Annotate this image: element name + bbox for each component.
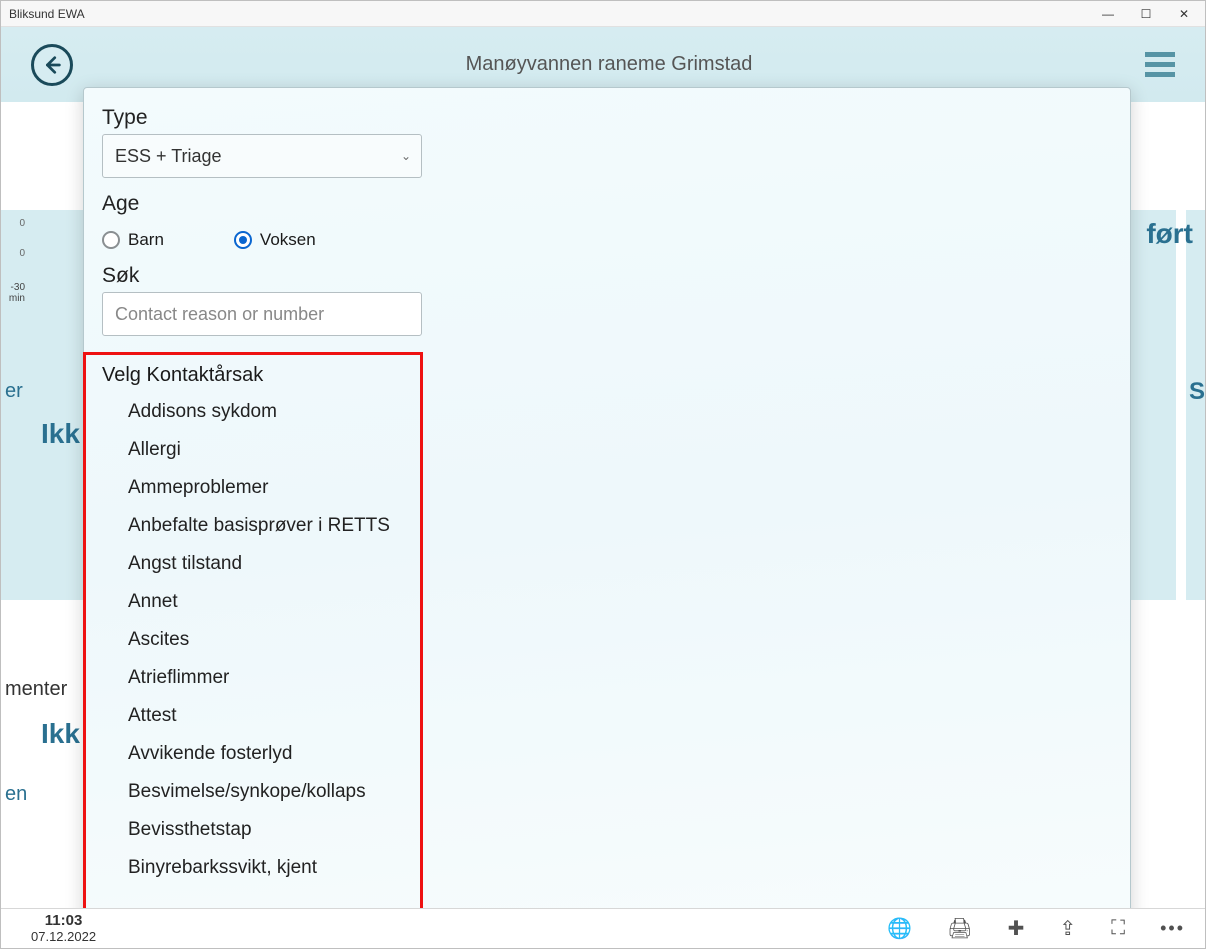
- type-dropdown[interactable]: ESS + Triage ⌄: [102, 134, 422, 178]
- list-item[interactable]: Besvimelse/synkope/kollaps: [102, 773, 1112, 811]
- close-button[interactable]: ✕: [1177, 7, 1191, 21]
- contact-reason-header: Velg Kontaktårsak: [102, 364, 1112, 387]
- list-item[interactable]: Ascites: [102, 621, 1112, 659]
- minimize-button[interactable]: —: [1101, 7, 1115, 21]
- type-dropdown-value: ESS + Triage: [115, 146, 222, 167]
- globe-icon[interactable]: 🌐: [887, 916, 912, 941]
- list-item[interactable]: Allergi: [102, 431, 1112, 469]
- list-item[interactable]: Atrieflimmer: [102, 659, 1112, 697]
- list-item[interactable]: Avvikende fosterlyd: [102, 735, 1112, 773]
- age-radio-group: Barn Voksen: [102, 230, 1112, 250]
- age-option-adult[interactable]: Voksen: [234, 230, 316, 250]
- app-window: Bliksund EWA — ☐ ✕ Manøyvannen raneme Gr…: [0, 0, 1206, 949]
- status-datetime: 11:03 07.12.2022: [31, 913, 96, 944]
- more-icon[interactable]: •••: [1160, 918, 1185, 939]
- window-controls: — ☐ ✕: [1101, 7, 1197, 21]
- bg-text: S: [1189, 378, 1205, 406]
- list-item[interactable]: Attest: [102, 697, 1112, 735]
- modal-scrollbar[interactable]: ▾: [1120, 88, 1130, 936]
- chevron-down-icon: ⌄: [401, 149, 411, 163]
- list-item[interactable]: Binyrebarkssvikt, kjent: [102, 849, 1112, 887]
- maximize-button[interactable]: ☐: [1139, 7, 1153, 21]
- status-bar: 11:03 07.12.2022 🌐 🖨 ✚ ⇪ ⛶ •••: [1, 908, 1205, 948]
- radio-selected-icon: [234, 231, 252, 249]
- search-label: Søk: [102, 264, 1112, 288]
- list-item[interactable]: Addisons sykdom: [102, 393, 1112, 431]
- upload-icon[interactable]: ⇪: [1059, 916, 1076, 941]
- bg-text: er: [5, 380, 23, 403]
- age-option-adult-label: Voksen: [260, 230, 316, 250]
- list-item[interactable]: Angst tilstand: [102, 545, 1112, 583]
- age-label: Age: [102, 192, 1112, 216]
- bg-text: Ikk: [41, 718, 80, 750]
- list-item[interactable]: Annet: [102, 583, 1112, 621]
- bg-text: Ikk: [41, 418, 80, 450]
- list-item[interactable]: Bevissthetstap: [102, 811, 1112, 849]
- age-option-child-label: Barn: [128, 230, 164, 250]
- contact-reason-list: Addisons sykdom Allergi Ammeproblemer An…: [102, 393, 1112, 887]
- location-label: Manøyvannen raneme Grimstad: [466, 53, 753, 76]
- bg-text: menter: [5, 678, 67, 701]
- radio-icon: [102, 231, 120, 249]
- title-bar: Bliksund EWA — ☐ ✕: [1, 1, 1205, 27]
- type-label: Type: [102, 106, 1112, 130]
- window-title: Bliksund EWA: [9, 7, 85, 21]
- search-input[interactable]: Contact reason or number: [102, 292, 422, 336]
- status-time: 11:03: [31, 913, 96, 930]
- age-option-child[interactable]: Barn: [102, 230, 164, 250]
- timeline-scale: 0 0 -30 min: [1, 218, 27, 312]
- search-placeholder: Contact reason or number: [115, 304, 324, 325]
- back-button[interactable]: [31, 44, 73, 86]
- list-item[interactable]: Anbefalte basisprøver i RETTS: [102, 507, 1112, 545]
- print-icon[interactable]: 🖨: [947, 916, 972, 941]
- puzzle-icon[interactable]: ✚: [1008, 916, 1025, 941]
- status-date: 07.12.2022: [31, 930, 96, 944]
- bg-text: en: [5, 783, 27, 806]
- status-icons: 🌐 🖨 ✚ ⇪ ⛶ •••: [887, 916, 1185, 941]
- contact-reason-panel: Type ESS + Triage ⌄ Age Barn Voksen Søk …: [83, 87, 1131, 937]
- list-item[interactable]: Ammeproblemer: [102, 469, 1112, 507]
- fullscreen-icon[interactable]: ⛶: [1111, 917, 1125, 940]
- app-body: Manøyvannen raneme Grimstad ført S er Ik…: [1, 27, 1205, 948]
- menu-button[interactable]: [1145, 52, 1175, 77]
- bg-text: ført: [1146, 218, 1193, 250]
